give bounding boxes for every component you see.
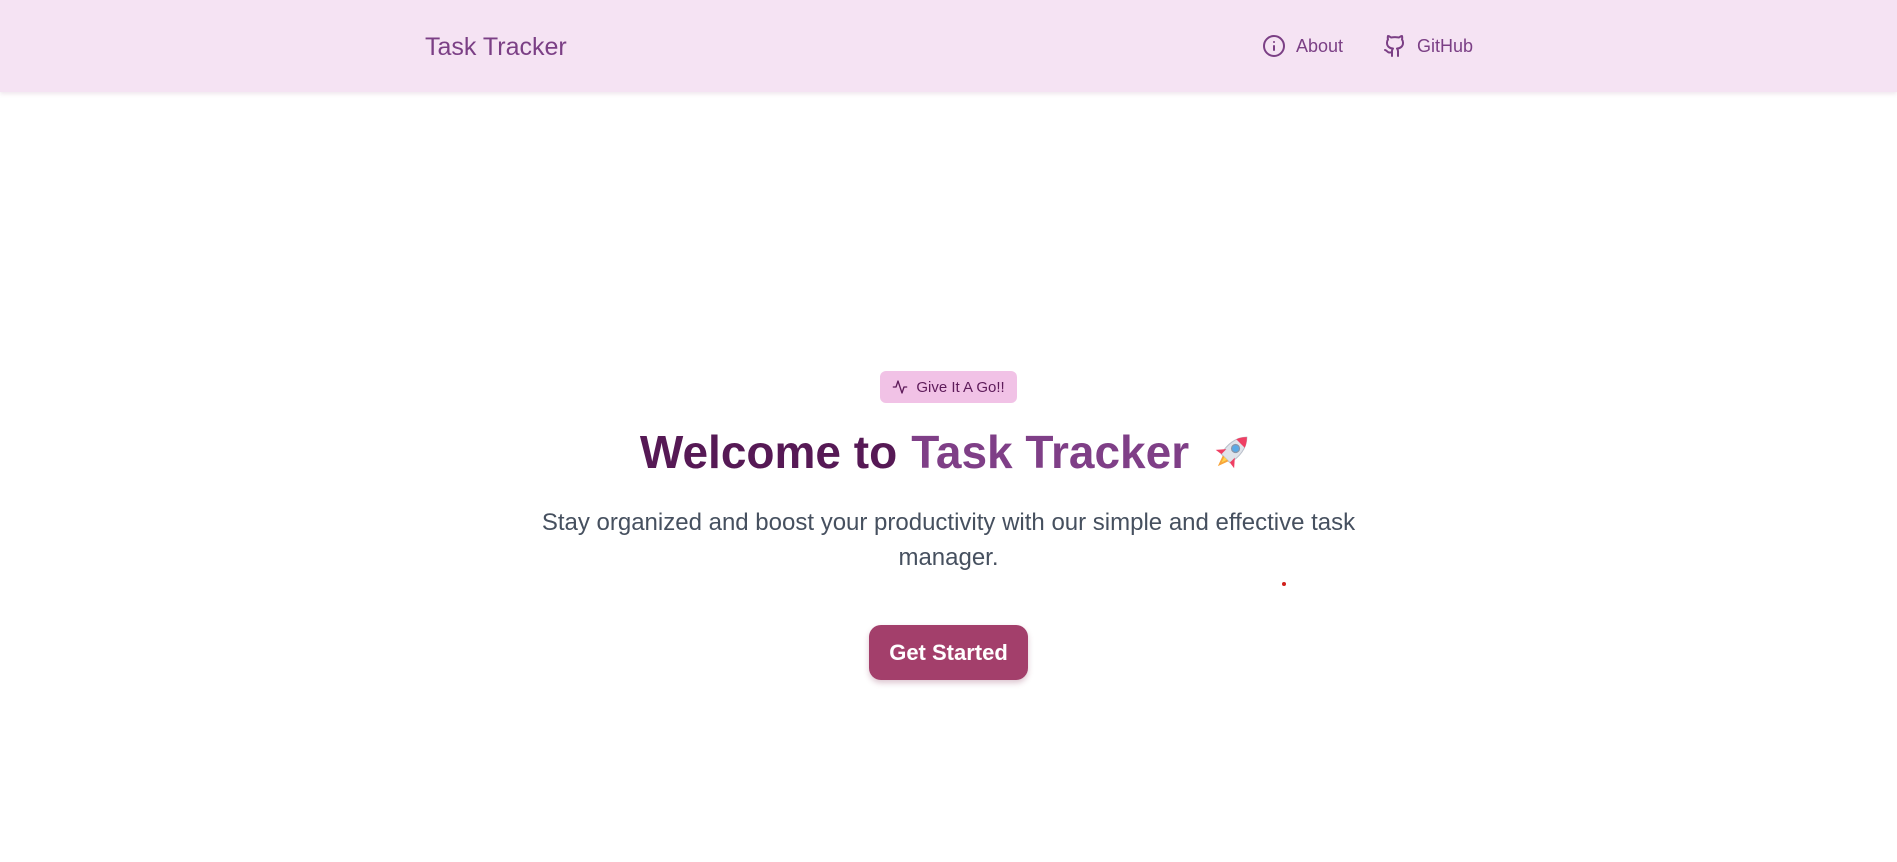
- nav-about-link[interactable]: About: [1262, 32, 1343, 60]
- info-circle-icon: [1262, 34, 1286, 58]
- mouse-cursor-dot: [1282, 582, 1286, 586]
- give-it-a-go-badge: Give It A Go!!: [880, 371, 1017, 403]
- headline-prefix: Welcome to: [639, 426, 898, 478]
- activity-icon: [892, 379, 908, 395]
- top-navbar: Task Tracker About GitHub: [0, 0, 1897, 92]
- headline-accent: Task Tracker: [911, 426, 1190, 478]
- badge-label: Give It A Go!!: [916, 378, 1005, 396]
- get-started-button[interactable]: Get Started: [869, 625, 1028, 680]
- rocket-icon: [1207, 427, 1257, 477]
- page-title: Welcome to Task Tracker: [640, 425, 1257, 479]
- nav-github-label: GitHub: [1417, 36, 1474, 56]
- nav-about-label: About: [1296, 36, 1344, 56]
- brand-logo[interactable]: Task Tracker: [425, 32, 567, 62]
- nav-github-link[interactable]: GitHub: [1383, 32, 1473, 60]
- github-icon: [1383, 34, 1407, 58]
- hero-section: Give It A Go!! Welcome to Task Tracker S…: [0, 371, 1897, 680]
- hero-subtitle: Stay organized and boost your productivi…: [541, 509, 1356, 571]
- nav-links: About GitHub: [1262, 32, 1473, 60]
